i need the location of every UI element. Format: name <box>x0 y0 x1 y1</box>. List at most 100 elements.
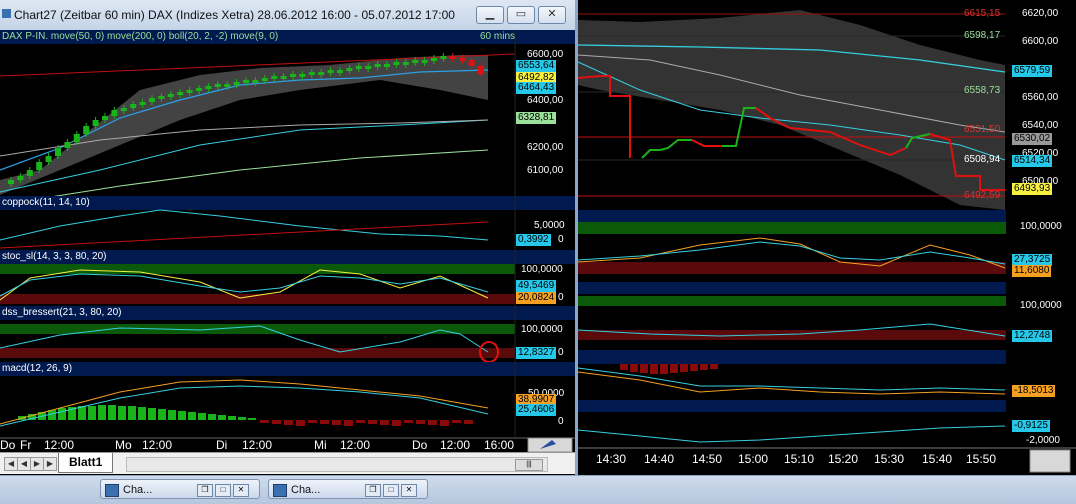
candle <box>299 74 306 77</box>
candle <box>459 58 466 61</box>
price-tag: 6579,59 <box>1012 65 1053 77</box>
candle <box>233 82 240 85</box>
candle <box>36 162 43 170</box>
minimize-button[interactable]: ▁ <box>476 6 504 24</box>
axis-label: 6200,00 <box>527 142 564 153</box>
close-icon[interactable]: ✕ <box>233 484 249 497</box>
histogram-bar <box>260 420 269 423</box>
time-label: Do <box>0 438 16 452</box>
time-label: Do <box>412 438 428 452</box>
tab-blatt1[interactable]: Blatt1 <box>58 453 114 473</box>
chart-body: DAX P-IN. move(50, 0) move(200, 0) boll(… <box>0 30 575 453</box>
candle <box>346 68 353 71</box>
time-label: 15:30 <box>874 452 905 466</box>
horizontal-scrollbar[interactable]: ||| <box>126 457 548 472</box>
histogram-bar <box>344 420 353 426</box>
level-label: 6508,94 <box>964 154 1001 165</box>
candle <box>393 62 400 65</box>
candle <box>139 102 146 105</box>
candle <box>196 88 202 91</box>
chart-icon <box>2 9 11 18</box>
indicator-tag: -0,9125 <box>1012 420 1050 432</box>
candle <box>365 66 372 69</box>
taskbar-item-chart[interactable]: Cha... ❐ □ ✕ <box>100 479 260 499</box>
candle <box>92 120 99 126</box>
candle <box>261 78 268 81</box>
candle <box>102 116 108 120</box>
histogram-bar <box>284 420 293 425</box>
candle <box>384 64 390 67</box>
window-title-bar[interactable]: Chart27 (Zeitbar 60 min) DAX (Indizes Xe… <box>0 0 575 31</box>
price-tag: 6514,34 <box>1012 155 1053 167</box>
time-label: 16:00 <box>484 438 515 452</box>
level-label: 6598,17 <box>964 30 1001 41</box>
time-label: 14:30 <box>596 452 627 466</box>
candle <box>421 60 428 63</box>
macd-histogram <box>18 405 473 426</box>
right-time-axis: 14:30 14:40 14:50 15:00 15:10 15:20 15:3… <box>578 452 1008 468</box>
left-chart-canvas <box>0 30 575 453</box>
axis-label: 100,0000 <box>521 324 563 335</box>
histogram-bar <box>248 418 256 420</box>
candle <box>290 74 296 77</box>
maximize-button[interactable]: ▭ <box>507 6 535 24</box>
axis-label: 6540,00 <box>1022 120 1059 131</box>
taskbar-item-label: Cha... <box>123 484 153 496</box>
next-sheet-button[interactable]: ▶ <box>30 457 44 471</box>
axis-label: 100,0000 <box>1020 221 1062 232</box>
axis-label: 6600,00 <box>1022 36 1059 47</box>
time-label: 15:00 <box>738 452 769 466</box>
candle <box>149 98 155 102</box>
level-label: 6615,15 <box>964 8 1001 19</box>
histogram-bar <box>380 420 389 425</box>
axis-label: 6560,00 <box>1022 92 1059 103</box>
candle <box>158 96 165 99</box>
candle <box>374 64 381 67</box>
price-tag: 6328,81 <box>516 112 557 124</box>
histogram-bar <box>428 420 437 425</box>
first-sheet-button[interactable]: ◀ <box>4 457 18 471</box>
axis-label: -2,0000 <box>1026 435 1060 446</box>
maximize-icon[interactable]: □ <box>383 484 399 497</box>
axis-label: 100,0000 <box>1020 300 1062 311</box>
restore-icon[interactable]: ❐ <box>197 484 213 497</box>
time-label: 14:50 <box>692 452 723 466</box>
stoch-label: stoc_sl(14, 3, 3, 80, 20) <box>2 251 107 262</box>
restore-icon[interactable]: ❐ <box>365 484 381 497</box>
candle <box>120 108 127 111</box>
candle <box>468 60 475 66</box>
histogram-bar <box>98 405 106 420</box>
candle <box>440 56 447 59</box>
candle <box>271 76 278 79</box>
indicator-tag: 12,2748 <box>1012 330 1053 342</box>
chart-icon <box>273 484 287 497</box>
histogram-bar <box>198 413 206 420</box>
histogram-bar <box>118 406 126 420</box>
histogram-bar <box>440 420 449 426</box>
time-label: 12:00 <box>340 438 371 452</box>
histogram-bar <box>158 409 166 420</box>
candle <box>431 58 437 61</box>
taskbar-item-chart[interactable]: Cha... ❐ □ ✕ <box>268 479 428 499</box>
scrollbar-thumb[interactable]: ||| <box>515 459 543 471</box>
histogram-bar <box>308 420 317 423</box>
macd-label: macd(12, 26, 9) <box>2 363 73 374</box>
maximize-icon[interactable]: □ <box>215 484 231 497</box>
candle <box>412 60 419 63</box>
time-label: Mo <box>115 438 132 452</box>
prev-sheet-button[interactable]: ◀ <box>17 457 31 471</box>
indicator-tag: -18,5013 <box>1012 385 1056 397</box>
sheet-tab-bar: ◀ ◀ ▶ ▶ Blatt1 ||| <box>0 452 575 474</box>
left-time-axis: Do Fr 12:00 Mo 12:00 Di 12:00 Mi 12:00 D… <box>0 438 515 452</box>
last-sheet-button[interactable]: ▶ <box>43 457 57 471</box>
histogram-bar <box>148 408 156 420</box>
candle <box>449 56 456 59</box>
dss-label: dss_bressert(21, 3, 80, 20) <box>2 307 122 318</box>
histogram-bar <box>78 406 86 420</box>
close-button[interactable]: ✕ <box>538 6 566 24</box>
time-label: 14:40 <box>644 452 675 466</box>
time-label: 12:00 <box>142 438 173 452</box>
price-tag: 6530,02 <box>1012 133 1053 145</box>
close-icon[interactable]: ✕ <box>401 484 417 497</box>
histogram-bar <box>88 406 96 420</box>
